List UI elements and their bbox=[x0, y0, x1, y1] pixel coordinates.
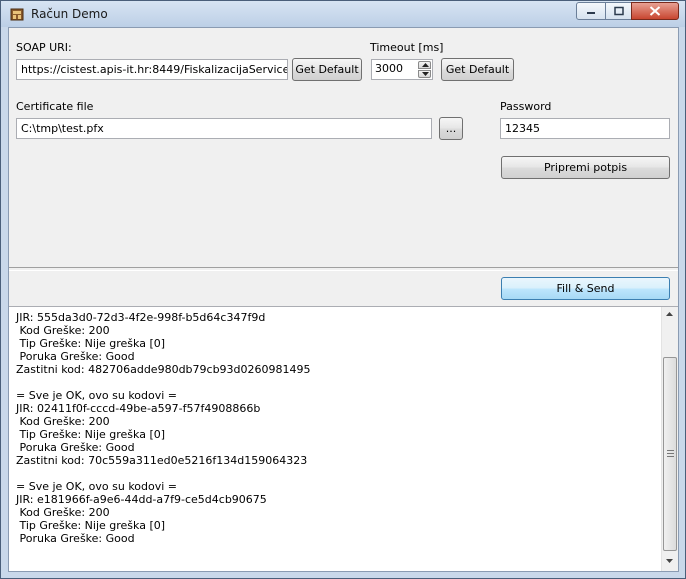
log-line: JIR: 02411f0f-cccd-49be-a597-f57f4908866… bbox=[16, 402, 261, 415]
timeout-stepper[interactable]: 3000 bbox=[371, 59, 433, 80]
password-input[interactable]: 12345 bbox=[500, 118, 670, 139]
prepare-signature-button[interactable]: Pripremi potpis bbox=[501, 156, 670, 179]
certificate-label: Certificate file bbox=[16, 100, 94, 113]
browse-button[interactable]: ... bbox=[439, 117, 463, 140]
certificate-path-input[interactable]: C:\tmp\test.pfx bbox=[16, 118, 432, 139]
log-line: Zastitni kod: 482706adde980db79cb93d0260… bbox=[16, 363, 311, 376]
scroll-thumb[interactable] bbox=[663, 357, 677, 551]
log-line: JIR: e181966f-a9e6-44dd-a7f9-ce5d4cb9067… bbox=[16, 493, 267, 506]
scroll-down-button[interactable] bbox=[662, 554, 678, 571]
app-window: Račun Demo SOAP URI: https://cistest.api… bbox=[0, 0, 686, 579]
log-line: Tip Greške: Nije greška [0] bbox=[16, 428, 166, 441]
chevron-down-icon bbox=[422, 72, 429, 76]
minimize-icon bbox=[587, 12, 595, 14]
soap-uri-input[interactable]: https://cistest.apis-it.hr:8449/Fiskaliz… bbox=[16, 59, 288, 80]
log-line: = Sve je OK, ovo su kodovi = bbox=[16, 389, 178, 402]
close-button[interactable] bbox=[631, 2, 679, 20]
timeout-value: 3000 bbox=[375, 62, 403, 75]
password-label: Password bbox=[500, 100, 552, 113]
log-line: Poruka Greške: Good bbox=[16, 441, 135, 454]
timeout-get-default-button[interactable]: Get Default bbox=[441, 58, 514, 81]
minimize-button[interactable] bbox=[576, 2, 606, 20]
close-icon bbox=[649, 6, 661, 16]
log-output[interactable]: JIR: 555da3d0-72d3-4f2e-998f-b5d64c347f9… bbox=[9, 306, 678, 571]
log-line: JIR: 555da3d0-72d3-4f2e-998f-b5d64c347f9… bbox=[16, 311, 266, 324]
timeout-spin-buttons bbox=[418, 61, 431, 78]
log-line: Kod Greške: 200 bbox=[16, 415, 110, 428]
spin-up-button[interactable] bbox=[418, 61, 431, 69]
maximize-button[interactable] bbox=[605, 2, 632, 20]
chevron-up-icon bbox=[422, 63, 429, 67]
log-line: Poruka Greške: Good bbox=[16, 350, 135, 363]
log-line: Kod Greške: 200 bbox=[16, 324, 110, 337]
client-area: SOAP URI: https://cistest.apis-it.hr:844… bbox=[8, 27, 679, 572]
soap-get-default-button[interactable]: Get Default bbox=[292, 58, 362, 81]
app-icon bbox=[10, 8, 24, 21]
grip-icon bbox=[667, 450, 674, 457]
log-line: Kod Greške: 200 bbox=[16, 506, 110, 519]
spin-down-button[interactable] bbox=[418, 70, 431, 78]
title-bar[interactable]: Račun Demo bbox=[1, 1, 685, 27]
log-line: Tip Greške: Nije greška [0] bbox=[16, 337, 166, 350]
vertical-scrollbar[interactable] bbox=[661, 307, 678, 571]
log-line: Tip Greške: Nije greška [0] bbox=[16, 519, 166, 532]
log-line: Poruka Greške: Good bbox=[16, 532, 135, 545]
window-title: Račun Demo bbox=[31, 7, 108, 21]
timeout-label: Timeout [ms] bbox=[370, 41, 444, 54]
scroll-up-icon bbox=[666, 312, 673, 316]
log-text: JIR: 555da3d0-72d3-4f2e-998f-b5d64c347f9… bbox=[16, 311, 651, 545]
log-line: = Sve je OK, ovo su kodovi = bbox=[16, 480, 178, 493]
maximize-icon bbox=[613, 6, 624, 16]
log-line: Zastitni kod: 70c559a311ed0e5216f134d159… bbox=[16, 454, 308, 467]
scroll-down-icon bbox=[666, 559, 673, 563]
soap-uri-label: SOAP URI: bbox=[16, 41, 72, 54]
fill-send-button[interactable]: Fill & Send bbox=[501, 277, 670, 300]
scroll-up-button[interactable] bbox=[662, 307, 678, 324]
section-divider bbox=[9, 267, 678, 271]
